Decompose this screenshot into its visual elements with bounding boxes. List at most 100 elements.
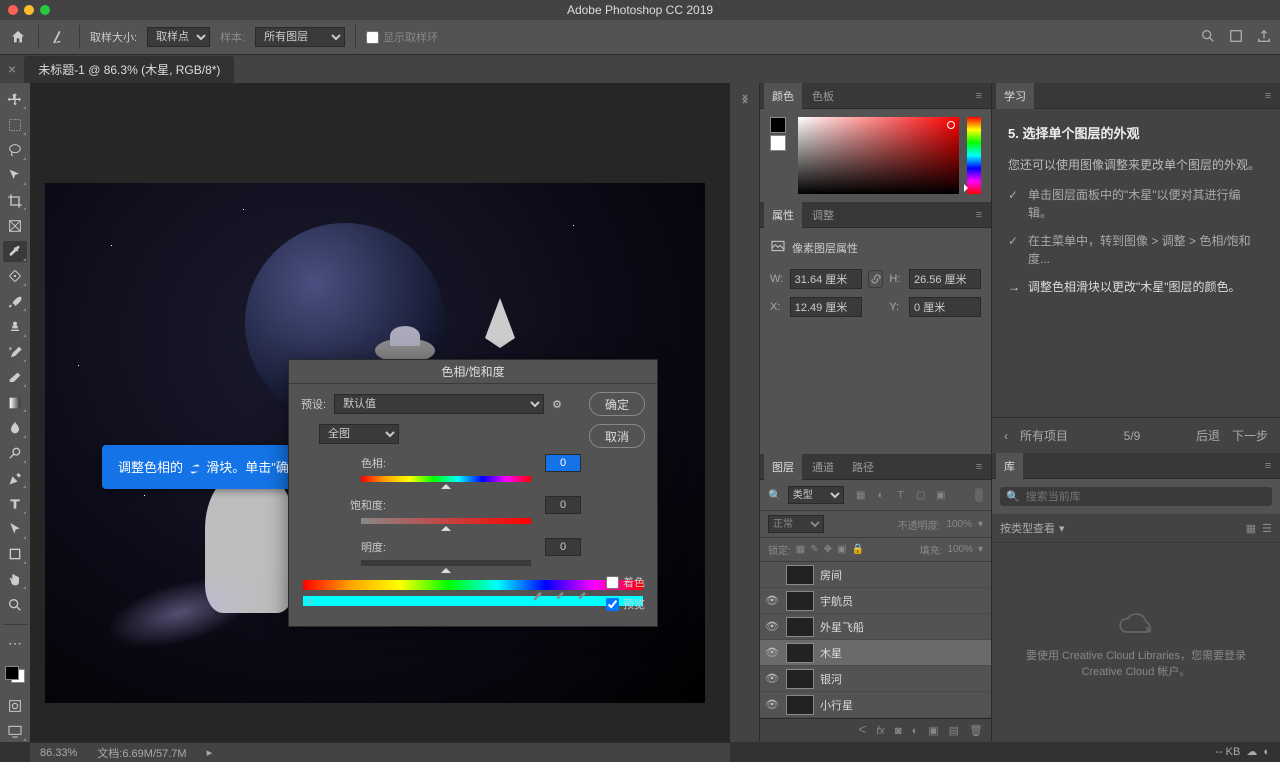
quickmask-icon[interactable] [3,695,27,716]
y-input[interactable] [909,297,981,317]
group-icon[interactable]: ▣ [928,724,938,737]
panel-menu-icon[interactable]: ≡ [971,90,987,102]
panel-menu-icon[interactable]: ≡ [1260,460,1276,472]
new-layer-icon[interactable]: ▤ [949,724,959,737]
filter-search-icon[interactable]: 🔍 [768,489,782,502]
back-button[interactable]: 后退 [1196,427,1220,444]
layer-thumbnail[interactable] [786,643,814,663]
channel-select[interactable]: 全图 [319,424,399,444]
filter-smart-icon[interactable]: ▣ [934,488,948,502]
chevron-down-icon[interactable]: ▾ [1059,522,1065,535]
height-input[interactable] [909,269,981,289]
lightness-slider[interactable] [361,560,531,566]
blend-mode-select[interactable]: 正常 [768,515,824,533]
layer-row[interactable]: 👁木星 [760,640,991,666]
sample-size-select[interactable]: 取样点 [147,27,210,47]
eraser-tool[interactable] [3,367,27,388]
lock-move-icon[interactable]: ✥ [824,544,832,555]
sort-label[interactable]: 按类型查看 [1000,520,1055,536]
list-view-icon[interactable]: ☰ [1262,522,1272,535]
sync-toggle-icon[interactable]: ◐ [1263,746,1270,758]
layer-thumbnail[interactable] [786,591,814,611]
grid-view-icon[interactable]: ▦ [1246,522,1256,535]
preset-select[interactable]: 默认值 [334,394,544,414]
preview-checkbox[interactable]: 预览 [606,596,645,612]
canvas-area[interactable]: 调整色相的 滑块。单击"确定"。 色相/饱和度 预设: 默认值 ⚙ 全图 确定 … [30,83,730,742]
colorize-checkbox[interactable]: 着色 [606,574,645,590]
eyedropper-minus-icon[interactable] [573,589,587,606]
panel-menu-icon[interactable]: ≡ [1260,90,1276,102]
dodge-tool[interactable] [3,443,27,464]
tab-adjustments[interactable]: 调整 [804,202,842,228]
link-wh-icon[interactable] [868,270,884,288]
tab-color[interactable]: 颜色 [764,83,802,109]
layer-row[interactable]: 👁宇航员 [760,588,991,614]
tab-learn[interactable]: 学习 [996,83,1034,109]
lightness-input[interactable] [545,538,581,556]
chevron-right-icon[interactable]: ▸ [207,746,213,759]
current-tool-icon[interactable] [49,27,69,47]
visibility-icon[interactable]: 👁 [764,646,780,659]
home-icon[interactable] [8,27,28,47]
adjustment-layer-icon[interactable]: ◐ [912,725,919,737]
pen-tool[interactable] [3,468,27,489]
filter-toggle-icon[interactable] [975,488,983,502]
color-fgbg-swatch[interactable] [770,117,790,194]
crop-tool[interactable] [3,190,27,211]
brush-tool[interactable] [3,291,27,312]
zoom-tool[interactable] [3,594,27,615]
lock-artboard-icon[interactable]: ▣ [837,544,846,555]
saturation-slider[interactable] [361,518,531,524]
tab-layers[interactable]: 图层 [764,454,802,480]
fill-value[interactable]: 100% [947,544,973,555]
visibility-icon[interactable]: 👁 [764,620,780,633]
show-sample-ring[interactable]: 显示取样环 [366,29,438,45]
scrub-icon[interactable] [301,594,319,615]
hue-input[interactable] [545,454,581,472]
lock-pixels-icon[interactable]: ▦ [796,544,805,555]
panel-toggle-icon[interactable] [737,91,753,110]
opacity-value[interactable]: 100% [946,519,972,530]
filter-type-icon[interactable]: T [894,488,908,502]
visibility-icon[interactable]: 👁 [764,672,780,685]
share-icon[interactable] [1256,28,1272,47]
eyedropper-tool[interactable] [3,241,27,262]
blur-tool[interactable] [3,417,27,438]
doc-info[interactable]: 文档:6.69M/57.7M [97,745,186,761]
x-input[interactable] [790,297,862,317]
lasso-tool[interactable] [3,140,27,161]
path-select-tool[interactable] [3,519,27,540]
eyedropper-plus-icon[interactable] [551,589,565,606]
filter-shape-icon[interactable]: ▢ [914,488,928,502]
tab-libraries[interactable]: 库 [996,453,1023,479]
zoom-level[interactable]: 86.33% [40,747,77,759]
workspace-icon[interactable] [1228,28,1244,47]
visibility-icon[interactable]: 👁 [764,594,780,607]
move-tool[interactable] [3,89,27,110]
link-layers-icon[interactable]: ⵦ [858,724,866,737]
document-tab[interactable]: 未标题-1 @ 86.3% (木星, RGB/8*) [24,56,234,83]
width-input[interactable] [790,269,862,289]
saturation-input[interactable] [545,496,581,514]
filter-adjust-icon[interactable]: ◐ [874,488,888,502]
layer-row[interactable]: 👁小行星 [760,692,991,718]
edit-toolbar-icon[interactable]: ⋯ [3,632,27,653]
layer-thumbnail[interactable] [786,617,814,637]
tab-channels[interactable]: 通道 [804,454,842,480]
tab-swatches[interactable]: 色板 [804,83,842,109]
layer-thumbnail[interactable] [786,565,814,585]
doc-close-icon[interactable]: × [8,61,16,77]
next-button[interactable]: 下一步 [1232,427,1268,444]
ok-button[interactable]: 确定 [589,392,645,416]
library-search-input[interactable] [1026,491,1266,503]
lock-brush-icon[interactable]: ✎ [810,544,818,555]
panel-menu-icon[interactable]: ≡ [971,461,987,473]
layer-filter-kind[interactable]: 类型 [788,486,844,504]
panel-menu-icon[interactable]: ≡ [971,209,987,221]
show-ring-checkbox[interactable] [366,31,379,44]
fx-icon[interactable]: fx [876,725,885,737]
tab-paths[interactable]: 路径 [844,454,882,480]
lock-all-icon[interactable]: 🔒 [851,544,863,555]
layer-row[interactable]: 房间 [760,562,991,588]
hand-tool[interactable] [3,569,27,590]
